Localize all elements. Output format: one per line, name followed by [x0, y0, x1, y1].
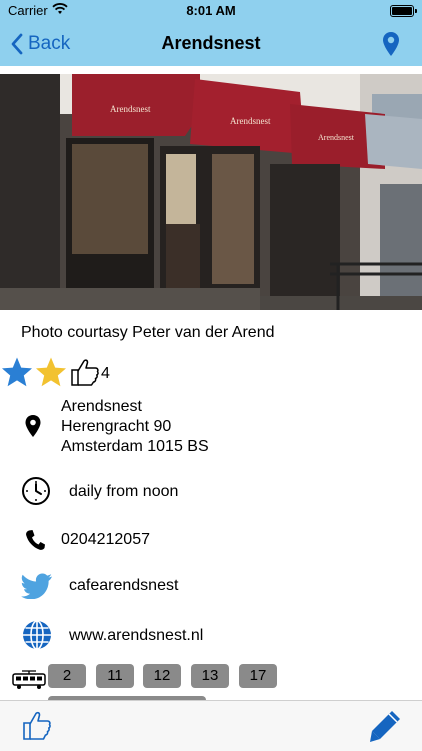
venue-name: Arendsnest: [61, 398, 142, 415]
website-link[interactable]: www.arendsnest.nl: [69, 626, 203, 646]
rating-row: 4: [0, 356, 110, 388]
status-bar: Carrier 8:01 AM: [0, 0, 422, 22]
svg-text:Arendsnest: Arendsnest: [318, 133, 355, 142]
page-title: Arendsnest: [161, 33, 261, 53]
phone-number[interactable]: 0204212057: [61, 530, 150, 550]
clock-time: 8:01 AM: [186, 3, 236, 18]
svg-text:Arendsnest: Arendsnest: [110, 104, 151, 114]
map-pin-icon: [383, 32, 399, 56]
phone-icon: [26, 530, 45, 550]
globe-icon: [23, 620, 51, 650]
tram-line-badge[interactable]: 17: [239, 664, 277, 688]
address-city: Amsterdam 1015 BS: [61, 438, 209, 455]
star-icon: [2, 357, 32, 387]
address-block[interactable]: Arendsnest Herengracht 90 Amsterdam 1015…: [61, 397, 209, 457]
opening-hours: daily from noon: [69, 483, 179, 500]
star-icon: [36, 357, 66, 387]
venue-photo: Arendsnest Arendsnest Arendsnest: [0, 74, 422, 310]
battery-icon: [390, 5, 417, 17]
location-pin-icon: [25, 415, 41, 437]
header-spacer: [0, 66, 422, 74]
thumbs-up-icon: [71, 359, 99, 386]
tram-line-badge[interactable]: 13: [191, 664, 229, 688]
clock-icon: [22, 477, 50, 505]
tram-line-badge[interactable]: 2: [48, 664, 86, 688]
pencil-icon: [370, 711, 400, 742]
tram-icon: [12, 670, 46, 689]
bottom-toolbar: [0, 700, 422, 751]
svg-text:Arendsnest: Arendsnest: [230, 116, 271, 126]
photo-caption: Photo courtasy Peter van der Arend: [21, 324, 275, 341]
like-button[interactable]: [22, 709, 52, 746]
thumbs-up-icon: [23, 711, 51, 740]
tram-line-badge[interactable]: 12: [143, 664, 181, 688]
twitter-icon: [21, 573, 52, 599]
address-street: Herengracht 90: [61, 418, 172, 435]
like-count: 4: [101, 365, 110, 382]
map-pin-button[interactable]: [382, 31, 400, 62]
edit-button[interactable]: [368, 709, 402, 748]
navigation-bar: Back Arendsnest: [0, 22, 422, 66]
tram-line-badge[interactable]: 11: [96, 664, 134, 688]
twitter-handle[interactable]: cafearendsnest: [69, 576, 178, 596]
